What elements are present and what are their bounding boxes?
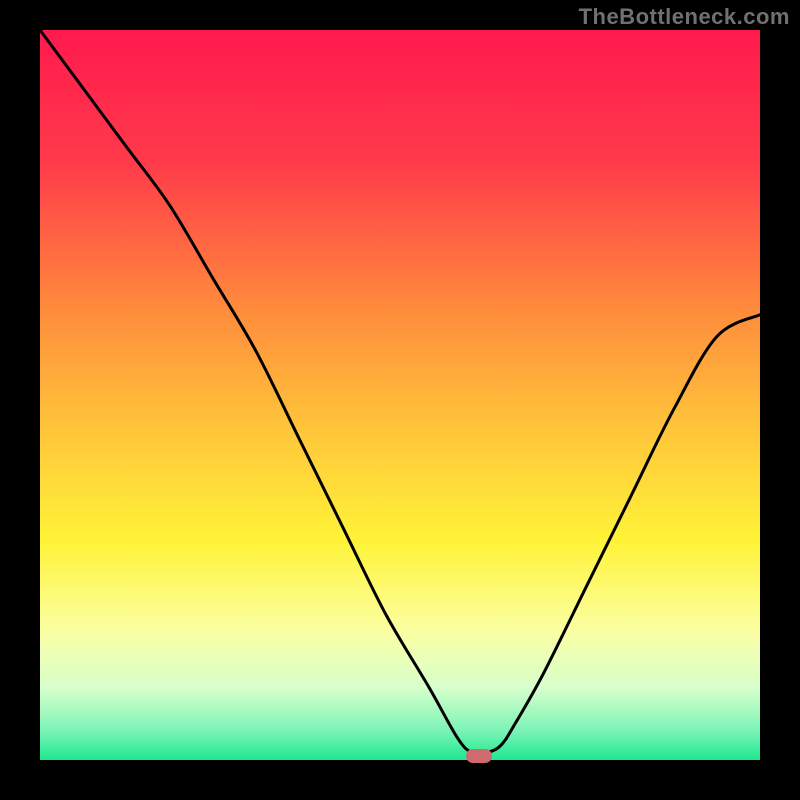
watermark-text: TheBottleneck.com — [579, 4, 790, 30]
optimal-point-marker — [466, 749, 492, 763]
bottleneck-curve — [40, 30, 760, 754]
chart-frame: TheBottleneck.com — [0, 0, 800, 800]
plot-area — [40, 30, 760, 760]
curve-layer — [40, 30, 760, 760]
